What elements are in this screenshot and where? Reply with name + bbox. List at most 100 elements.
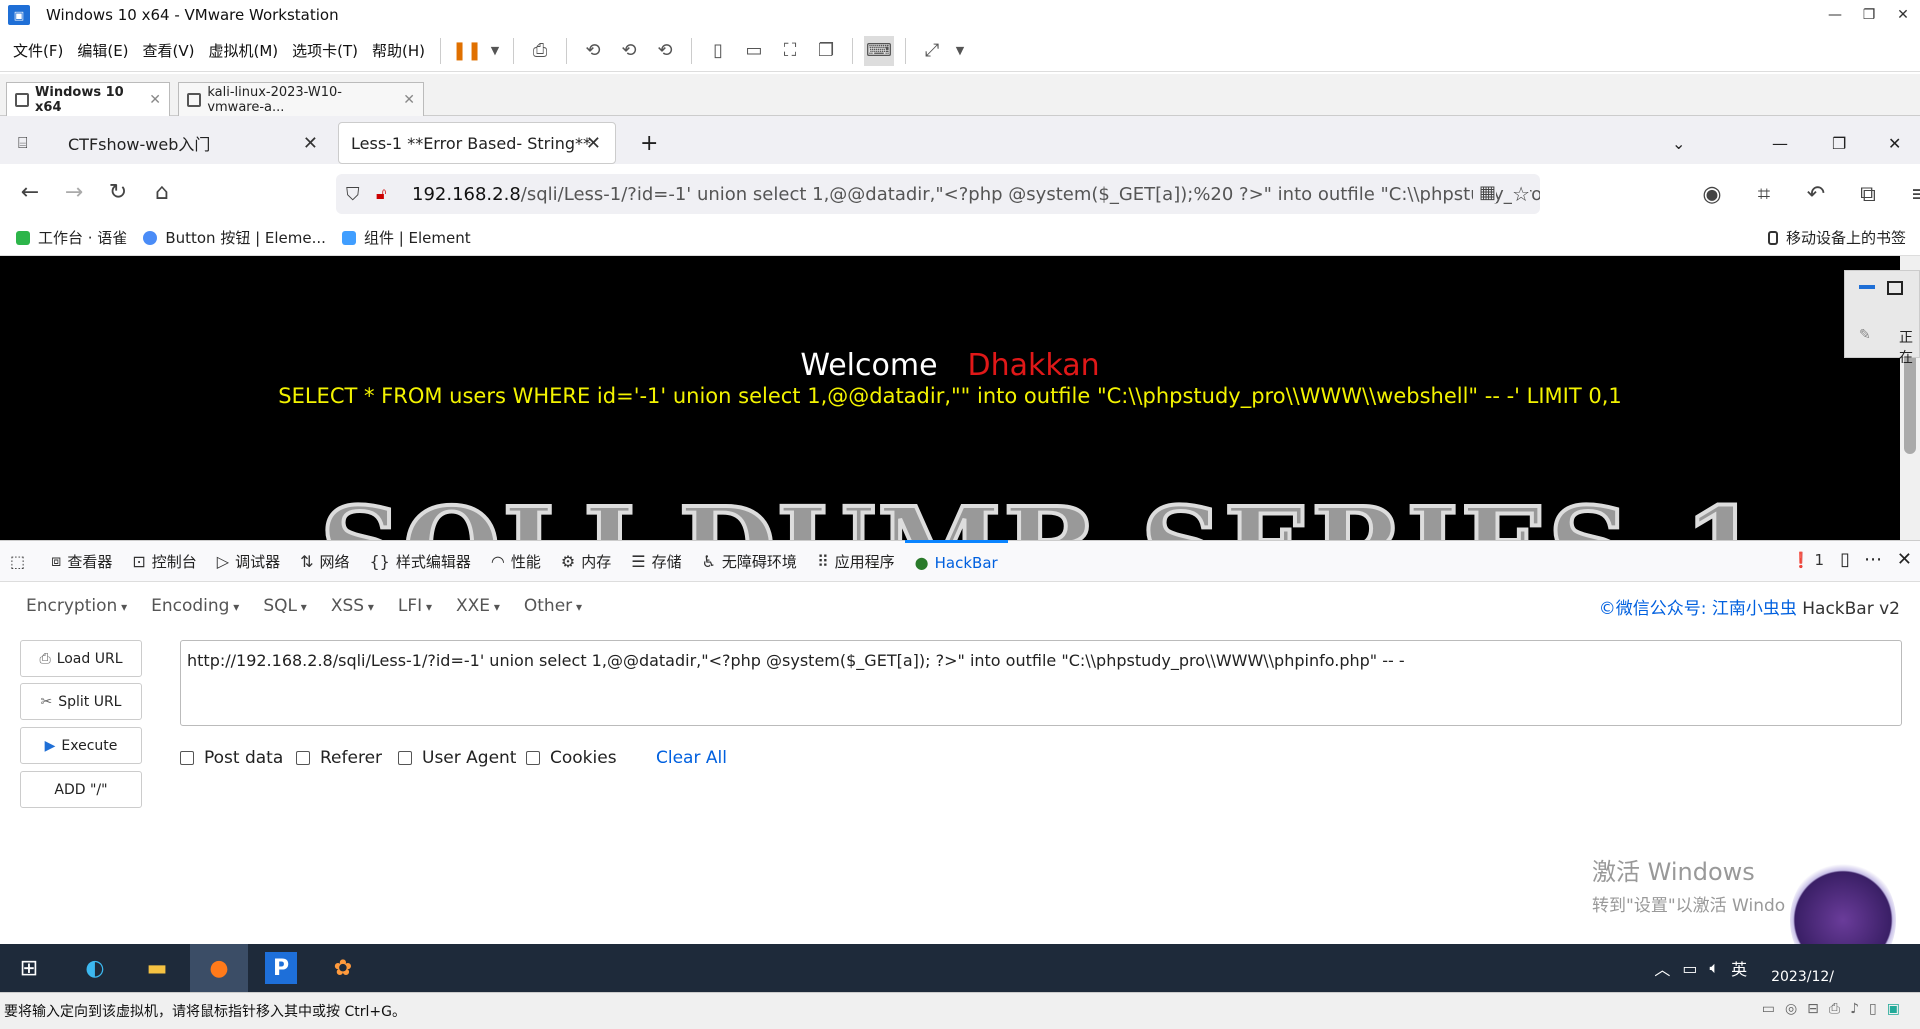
browser-tab-less1[interactable]: Less-1 **Error Based- String** ✕ xyxy=(338,122,616,164)
close-icon[interactable]: ✕ xyxy=(586,133,601,154)
bookmark-element-components[interactable]: 组件 | Element xyxy=(341,227,471,248)
tab-console[interactable]: ⊡ 控制台 xyxy=(122,540,206,582)
home-icon[interactable]: ⌂ xyxy=(140,172,184,212)
close-icon[interactable]: ✕ xyxy=(149,92,161,108)
revert-snapshot-icon[interactable]: ⟲ xyxy=(614,36,644,66)
menu-lfi[interactable]: LFI xyxy=(386,596,444,616)
start-icon[interactable]: ⊞ xyxy=(0,944,58,992)
file-explorer-icon[interactable]: ▬ xyxy=(128,944,186,992)
screenshot-crop-icon[interactable]: ⌗ xyxy=(1742,174,1786,214)
dock-icon[interactable]: ▯ xyxy=(1840,549,1850,570)
browser-minimize-icon[interactable]: — xyxy=(1760,122,1800,164)
bookmark-element-button[interactable]: Button 按钮 | Eleme... xyxy=(143,227,326,248)
add-slash-button[interactable]: ADD "/" xyxy=(20,771,142,808)
sound-icon[interactable]: ♪ xyxy=(1850,1001,1859,1017)
tab-storage[interactable]: ☰ 存储 xyxy=(621,540,691,582)
shield-icon[interactable]: ⛉ xyxy=(346,184,360,205)
send-keys-icon[interactable]: ⎙ xyxy=(525,36,555,66)
restore-button[interactable]: ❐ xyxy=(1852,0,1886,30)
devtools-close-icon[interactable]: ✕ xyxy=(1897,549,1912,570)
phpstudy-icon[interactable]: P xyxy=(252,944,310,992)
menu-sql[interactable]: SQL xyxy=(251,596,319,616)
fullscreen-icon[interactable]: ⛶ xyxy=(775,36,805,66)
clock[interactable]: 2023/12/ xyxy=(1759,950,1834,986)
tab-inspector[interactable]: ⧈ 查看器 xyxy=(41,540,122,582)
tab-performance[interactable]: ◠ 性能 xyxy=(481,540,551,582)
close-icon[interactable]: ✕ xyxy=(403,92,415,108)
error-count-badge[interactable]: ❗ 1 xyxy=(1792,551,1824,569)
chevron-up-icon[interactable]: ︿ xyxy=(1654,956,1670,980)
reload-icon[interactable]: ↻ xyxy=(96,172,140,212)
url-bar[interactable]: ⛉ 🔓︎ 192.168.2.8/sqli/Less-1/?id=-1' uni… xyxy=(336,174,1540,214)
stretch-icon[interactable]: ⤢ xyxy=(917,36,947,66)
vm-tab-kali[interactable]: kali-linux-2023-W10-vmware-a... ✕ xyxy=(178,82,424,116)
extensions-icon[interactable]: ⧉ xyxy=(1846,174,1890,214)
browser-close-icon[interactable]: ✕ xyxy=(1876,122,1913,164)
bookmark-yuque[interactable]: 工作台 · 语雀 xyxy=(16,227,127,248)
volume-icon[interactable]: 🔈︎ xyxy=(1709,958,1719,978)
console-icon[interactable]: ⌨ xyxy=(864,35,895,66)
snapshot-manager-icon[interactable]: ⟲ xyxy=(650,36,680,66)
clear-all-link[interactable]: Clear All xyxy=(656,748,727,768)
thumbnail-icon[interactable]: ▭ xyxy=(739,36,769,66)
menu-xss[interactable]: XSS xyxy=(319,596,386,616)
app-icon[interactable]: ✿ xyxy=(314,944,372,992)
account-icon[interactable]: ◉ xyxy=(1690,174,1734,214)
cd-icon[interactable]: ◎ xyxy=(1785,1001,1797,1017)
mobile-bookmarks[interactable]: 移动设备上的书签 xyxy=(1767,227,1906,248)
cookies-checkbox[interactable]: Cookies xyxy=(526,748,617,768)
stretch-dropdown-icon[interactable]: ▼ xyxy=(953,36,967,66)
tab-accessibility[interactable]: ♿︎ 无障碍环境 xyxy=(692,540,807,582)
tab-hackbar[interactable]: ● HackBar xyxy=(904,540,1008,582)
hdd-icon[interactable]: ▭ xyxy=(1762,1001,1775,1017)
menu-encoding[interactable]: Encoding xyxy=(139,596,251,616)
bookmark-star-icon[interactable]: ☆ xyxy=(1512,182,1530,206)
user-agent-checkbox[interactable]: User Agent xyxy=(398,748,516,768)
tab-debugger[interactable]: ▷ 调试器 xyxy=(207,540,290,582)
edge-icon[interactable]: ◐ xyxy=(66,944,124,992)
menu-view[interactable]: 查看(V) xyxy=(136,40,202,61)
menu-help[interactable]: 帮助(H) xyxy=(365,40,432,61)
tab-memory[interactable]: ⚙ 内存 xyxy=(551,540,621,582)
window-icon[interactable] xyxy=(1887,281,1903,295)
tab-style-editor[interactable]: {} 样式编辑器 xyxy=(360,540,481,582)
browser-tab-ctfshow[interactable]: CTFshow-web入门 ✕ xyxy=(56,122,332,164)
pause-icon[interactable]: ❚❚ xyxy=(452,36,482,66)
menu-tabs[interactable]: 选项卡(T) xyxy=(285,40,365,61)
close-button[interactable]: ✕ xyxy=(1886,0,1920,30)
firefox-icon[interactable]: ● xyxy=(190,944,248,992)
tab-application[interactable]: ⠿ 应用程序 xyxy=(807,540,905,582)
snapshot-icon[interactable]: ⟲ xyxy=(578,36,608,66)
minimize-icon[interactable] xyxy=(1859,285,1875,289)
execute-button[interactable]: ▶ Execute xyxy=(20,727,142,764)
list-tabs-icon[interactable]: ⌄ xyxy=(1660,122,1697,164)
tab-network[interactable]: ⇅ 网络 xyxy=(290,540,359,582)
menu-file[interactable]: 文件(F) xyxy=(6,40,70,61)
minimize-button[interactable]: — xyxy=(1818,0,1852,30)
more-options-icon[interactable]: ⋯ xyxy=(1864,549,1882,570)
menu-edit[interactable]: 编辑(E) xyxy=(70,40,135,61)
tab-overview-icon[interactable]: ⌸ xyxy=(6,122,50,164)
menu-vm[interactable]: 虚拟机(M) xyxy=(202,40,286,61)
split-url-button[interactable]: ✂ Split URL xyxy=(20,683,142,720)
referer-checkbox[interactable]: Referer xyxy=(296,748,382,768)
display-icon[interactable]: ▯ xyxy=(1869,1001,1877,1017)
insecure-lock-icon[interactable]: 🔓︎ xyxy=(376,184,386,204)
load-url-button[interactable]: ⎙ Load URL xyxy=(20,640,142,677)
element-picker-icon[interactable]: ⬚ xyxy=(0,540,41,582)
ime-indicator[interactable]: 英 xyxy=(1731,956,1747,980)
mute-mic-icon[interactable]: ✎ xyxy=(1859,327,1871,343)
network-icon[interactable]: ▭ xyxy=(1682,959,1697,978)
library-icon[interactable]: ▯ xyxy=(703,36,733,66)
menu-xxe[interactable]: XXE xyxy=(444,596,512,616)
printer-icon[interactable]: ⎙ xyxy=(1829,1001,1840,1017)
hackbar-url-input[interactable]: http://192.168.2.8/sqli/Less-1/?id=-1' u… xyxy=(180,640,1902,726)
unity-icon[interactable]: ❐ xyxy=(811,36,841,66)
back-icon[interactable]: ← xyxy=(8,172,52,212)
menu-other[interactable]: Other xyxy=(512,596,594,616)
vm-tab-windows10[interactable]: Windows 10 x64 ✕ xyxy=(6,82,170,116)
forward-icon[interactable]: → xyxy=(52,172,96,212)
post-data-checkbox[interactable]: Post data xyxy=(180,748,283,768)
undo-icon[interactable]: ↶ xyxy=(1794,174,1838,214)
menu-icon[interactable]: ≡ xyxy=(1898,174,1920,214)
